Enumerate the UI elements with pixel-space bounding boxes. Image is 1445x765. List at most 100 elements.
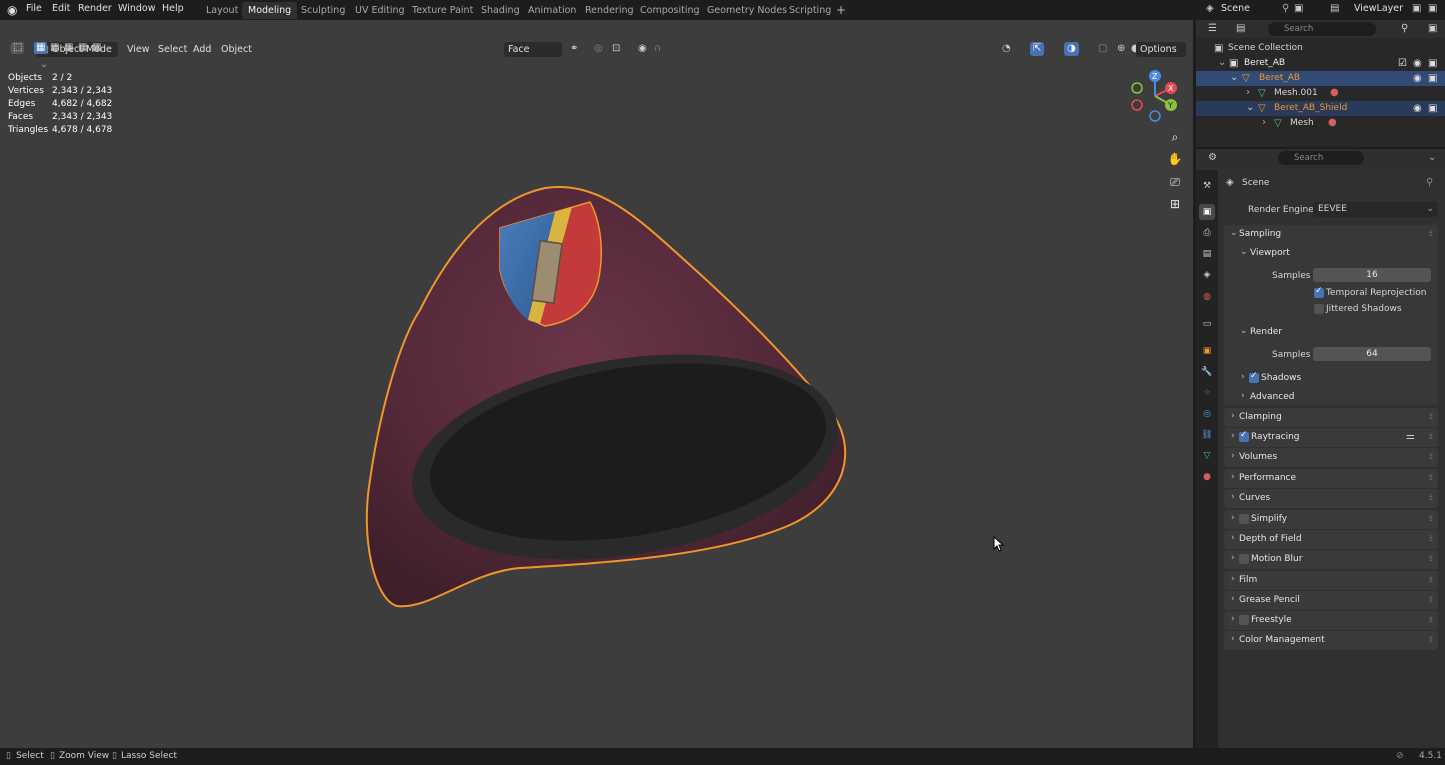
eye-icon[interactable]: ◉ [1413, 59, 1422, 69]
tab-modeling[interactable]: Modeling [242, 2, 298, 19]
tab-scripting[interactable]: Scripting [783, 2, 837, 19]
render-tab-icon[interactable]: ▣ [1199, 204, 1215, 220]
chevron-down-icon[interactable]: ⌄ [1246, 103, 1254, 113]
modifier-tab-icon[interactable]: 🔧 [1199, 364, 1215, 380]
new-collection-icon[interactable]: ▣ [1428, 24, 1437, 34]
tab-animation[interactable]: Animation [522, 2, 582, 19]
navigation-gizmo[interactable]: X Y Z [1125, 68, 1185, 126]
render-subpanel-header[interactable]: ⌄ Render [1224, 323, 1438, 342]
shadows-checkbox[interactable] [1249, 371, 1259, 383]
invert-selection-icon[interactable]: ▦ [78, 43, 87, 53]
viewport-samples-field[interactable]: 16 [1313, 268, 1431, 282]
view-layer-name[interactable]: ViewLayer [1354, 3, 1403, 14]
scene-tab-icon[interactable]: ◈ [1199, 267, 1215, 283]
outliner-row-mesh-001[interactable]: › ▽ Mesh.001 ● [1196, 86, 1445, 101]
camera-icon[interactable]: ▣ [1428, 59, 1437, 69]
sampling-header[interactable]: ⌄ Sampling ⁞⁞ [1224, 225, 1438, 244]
drag-handle-icon[interactable]: ⁞⁞ [1429, 635, 1433, 644]
output-tab-icon[interactable]: ⎙ [1199, 225, 1215, 241]
drag-handle-icon[interactable]: ⁞⁞ [1429, 229, 1433, 238]
constraints-tab-icon[interactable]: ⛓ [1199, 427, 1215, 443]
physics-tab-icon[interactable]: ◎ [1199, 406, 1215, 422]
pan-hand-icon[interactable]: ✋ [1164, 149, 1186, 169]
add-workspace-icon[interactable]: + [836, 4, 846, 16]
depth-of-field-panel[interactable]: › Depth of Field ⁞⁞ [1224, 530, 1438, 549]
snap-target-icon[interactable]: ⊡ [612, 44, 620, 54]
zoom-icon[interactable]: ⌕ [1164, 127, 1186, 147]
eye-icon[interactable]: ◉ [1413, 104, 1422, 114]
drag-handle-icon[interactable]: ⁞⁞ [1429, 412, 1433, 421]
mode-dropdown[interactable]: ▣ Object Mode ⌄ [36, 42, 118, 70]
shadows-subpanel-header[interactable]: › Shadows [1224, 369, 1438, 388]
simplify-checkbox[interactable] [1239, 514, 1249, 524]
film-panel[interactable]: › Film ⁞⁞ [1224, 571, 1438, 590]
volumes-panel[interactable]: › Volumes ⁞⁞ [1224, 448, 1438, 467]
drag-handle-icon[interactable]: ⁞⁞ [1429, 452, 1433, 461]
new-scene-icon[interactable]: ▣ [1294, 4, 1303, 14]
orientation-dropdown[interactable]: Face [504, 42, 562, 57]
camera-icon[interactable]: ▣ [1428, 74, 1437, 84]
3d-viewport[interactable] [0, 20, 1193, 748]
drag-handle-icon[interactable]: ⁞⁞ [1429, 554, 1433, 563]
tab-uv-editing[interactable]: UV Editing [349, 2, 411, 19]
raytracing-checkbox[interactable] [1239, 430, 1249, 442]
visibility-icon[interactable]: ◔ [1002, 44, 1011, 54]
outliner-search-input[interactable]: Search [1268, 22, 1376, 36]
pivot-icon[interactable]: ⚭ [570, 44, 578, 54]
outliner-editor-icon[interactable]: ☰ [1208, 24, 1217, 34]
checkbox-icon[interactable]: ☑ [1398, 59, 1407, 69]
subtract-selection-icon[interactable]: ▦ [64, 43, 73, 53]
outliner-row-mesh[interactable]: › ▽ Mesh ● [1196, 116, 1445, 131]
drag-handle-icon[interactable]: ⁞⁞ [1429, 473, 1433, 482]
new-selection-icon[interactable]: ▦ [34, 42, 48, 54]
camera-icon[interactable]: ▣ [1428, 104, 1437, 114]
tab-sculpting[interactable]: Sculpting [295, 2, 351, 19]
menu-file[interactable]: File [26, 3, 42, 14]
tool-tab-icon[interactable]: ⚒ [1199, 178, 1215, 194]
performance-panel[interactable]: › Performance ⁞⁞ [1224, 469, 1438, 488]
menu-select[interactable]: Select [158, 42, 187, 57]
gizmo-toggle-icon[interactable]: ⇱ [1030, 42, 1045, 56]
drag-handle-icon[interactable]: ⁞⁞ [1429, 575, 1433, 584]
menu-view[interactable]: View [127, 42, 150, 57]
view-layer-icon[interactable]: ▤ [1330, 4, 1339, 14]
outliner-row-scene-collection[interactable]: ▣ Scene Collection [1196, 41, 1445, 56]
outliner-row-beret-ab-object[interactable]: ⌄ ▽ Beret_AB ◉ ▣ [1196, 71, 1445, 86]
viewport-subpanel-header[interactable]: ⌄ Viewport [1224, 244, 1438, 263]
tab-layout[interactable]: Layout [200, 2, 244, 19]
outliner-row-beret-ab-collection[interactable]: ⌄ ▣ Beret_AB ☑ ◉ ▣ [1196, 56, 1445, 71]
remove-view-layer-icon[interactable]: ▣ [1428, 4, 1437, 14]
chevron-down-icon[interactable]: ⌄ [1218, 58, 1226, 68]
drag-handle-icon[interactable]: ⁞⁞ [1429, 514, 1433, 523]
particles-tab-icon[interactable]: ⁘ [1199, 385, 1215, 401]
chevron-down-icon[interactable]: ⌄ [1428, 153, 1436, 163]
snap-icon[interactable]: ◎ [594, 44, 603, 54]
curves-panel[interactable]: › Curves ⁞⁞ [1224, 489, 1438, 508]
menu-window[interactable]: Window [118, 3, 155, 14]
new-view-layer-icon[interactable]: ▣ [1412, 4, 1421, 14]
simplify-panel[interactable]: › Simplify ⁞⁞ [1224, 510, 1438, 529]
view-layer-tab-icon[interactable]: ▤ [1199, 246, 1215, 262]
temporal-reprojection-checkbox[interactable] [1314, 286, 1324, 298]
collection-tab-icon[interactable]: ▭ [1199, 316, 1215, 332]
menu-object[interactable]: Object [221, 42, 252, 57]
motion-blur-panel[interactable]: › Motion Blur ⁞⁞ [1224, 550, 1438, 569]
overlays-toggle-icon[interactable]: ◑ [1064, 42, 1079, 56]
wireframe-shading-icon[interactable]: ⊕ [1117, 44, 1125, 54]
extend-selection-icon[interactable]: ▦ [50, 43, 59, 53]
presets-icon[interactable]: ⚌ [1406, 432, 1415, 442]
pin-icon[interactable]: ⚲ [1282, 4, 1289, 14]
properties-search-input[interactable]: Search [1278, 151, 1364, 165]
drag-handle-icon[interactable]: ⁞⁞ [1429, 432, 1433, 441]
menu-add[interactable]: Add [193, 42, 211, 57]
chevron-down-icon[interactable]: ⌄ [1230, 73, 1238, 83]
proportional-editing-icon[interactable]: ◉ [638, 44, 647, 54]
pin-icon[interactable]: ⚲ [1426, 178, 1433, 188]
jittered-shadows-checkbox[interactable] [1314, 304, 1324, 314]
drag-handle-icon[interactable]: ⁞⁞ [1429, 615, 1433, 624]
material-tab-icon[interactable]: ● [1199, 469, 1215, 485]
tab-rendering[interactable]: Rendering [579, 2, 640, 19]
color-management-panel[interactable]: › Color Management ⁞⁞ [1224, 631, 1438, 650]
chevron-right-icon[interactable]: › [1262, 118, 1266, 128]
filter-icon[interactable]: ⚲ [1401, 24, 1408, 34]
